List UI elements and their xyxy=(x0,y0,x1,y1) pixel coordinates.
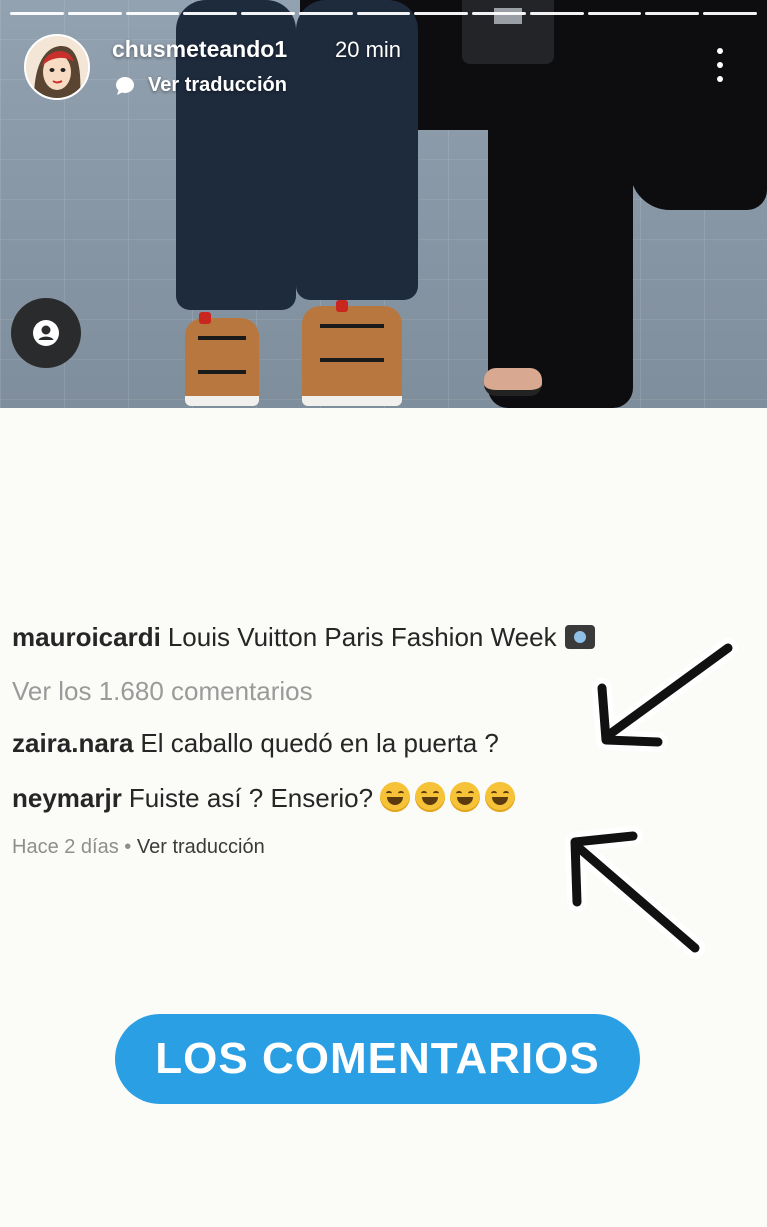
comment-username[interactable]: neymarjr xyxy=(12,783,122,813)
coat-hem xyxy=(630,100,767,210)
sandal xyxy=(484,368,542,396)
progress-segment xyxy=(529,12,584,15)
progress-segment xyxy=(472,12,526,15)
progress-segment xyxy=(67,12,122,15)
progress-segment xyxy=(703,12,757,15)
comment-username[interactable]: zaira.nara xyxy=(12,728,133,758)
comment-text: El caballo quedó en la puerta ? xyxy=(140,728,499,758)
comments-cta-button[interactable]: LOS COMENTARIOS xyxy=(115,1014,640,1104)
progress-segment xyxy=(587,12,642,15)
caption-username[interactable]: mauroicardi xyxy=(12,622,161,652)
post-translate-link[interactable]: Ver traducción xyxy=(137,836,265,858)
caption-text: Louis Vuitton Paris Fashion Week xyxy=(167,622,557,652)
story-time: 20 min xyxy=(335,37,402,62)
progress-segment xyxy=(298,12,353,15)
trouser-right xyxy=(488,60,633,408)
progress-segment xyxy=(414,12,469,15)
sneaker-left xyxy=(185,312,259,406)
view-all-comments-link[interactable]: Ver los 1.680 comentarios xyxy=(12,676,313,707)
post-meta: Hace 2 días • Ver traducción xyxy=(12,836,265,859)
arrow-icon xyxy=(592,638,738,752)
story-username[interactable]: chusmeteando1 xyxy=(112,36,287,63)
progress-segment xyxy=(645,12,700,15)
profile-button[interactable] xyxy=(11,298,81,368)
story-progress xyxy=(10,12,757,15)
grinning-squinting-face-icon xyxy=(380,782,411,812)
comment-row: neymarjr Fuiste así ? Enserio? xyxy=(12,782,520,814)
progress-segment xyxy=(241,12,295,15)
profile-icon xyxy=(33,320,59,346)
story-translate-button[interactable]: Ver traducción xyxy=(114,74,287,97)
progress-segment xyxy=(356,12,411,15)
comment-text: Fuiste así ? Enserio? xyxy=(128,783,374,813)
progress-segment xyxy=(183,12,238,15)
more-vertical-icon[interactable] xyxy=(715,48,725,82)
chat-bubble-icon xyxy=(116,76,134,95)
meta-separator: • xyxy=(124,836,132,858)
post-time-ago: Hace 2 días xyxy=(12,836,119,858)
story-header: chusmeteando1 20 min Ver traducción xyxy=(24,30,743,100)
comment-row: zaira.nara El caballo quedó en la puerta … xyxy=(12,728,499,759)
grinning-squinting-face-icon xyxy=(450,782,481,812)
avatar[interactable] xyxy=(24,34,90,100)
arrow-icon xyxy=(565,826,705,958)
avatar-illustration xyxy=(26,36,88,98)
story-translate-label: Ver traducción xyxy=(148,74,287,96)
progress-segment xyxy=(125,12,180,15)
progress-segment xyxy=(10,12,64,15)
grinning-squinting-face-icon xyxy=(415,782,446,812)
caption-row: mauroicardi Louis Vuitton Paris Fashion W… xyxy=(12,622,595,653)
grinning-squinting-face-icon xyxy=(485,782,516,812)
sneaker-right xyxy=(302,300,402,406)
